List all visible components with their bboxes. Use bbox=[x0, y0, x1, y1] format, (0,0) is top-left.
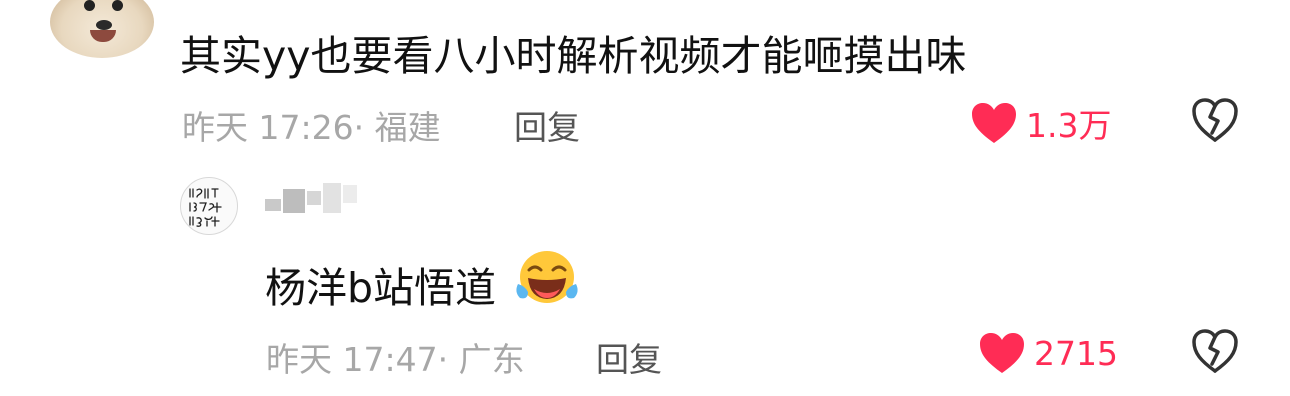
reply-button[interactable]: 回复 bbox=[514, 101, 580, 149]
like-button[interactable]: 2715 bbox=[978, 331, 1118, 375]
broken-heart-icon bbox=[1192, 329, 1238, 373]
dislike-button[interactable] bbox=[1191, 97, 1239, 147]
like-count: 1.3万 bbox=[1026, 106, 1112, 145]
avatar-eye bbox=[84, 0, 95, 11]
laughing-crying-emoji-icon bbox=[516, 251, 578, 303]
comment-time-location: 昨天 17:26· 福建 bbox=[182, 108, 441, 147]
comment-text: 其实yy也要看八小时解析视频才能咂摸出味 bbox=[180, 32, 967, 80]
heart-icon bbox=[980, 333, 1024, 373]
username-redacted[interactable] bbox=[265, 183, 357, 213]
like-button[interactable]: 1.3万 bbox=[970, 99, 1111, 147]
broken-heart-icon bbox=[1192, 98, 1238, 142]
comment-time-location: 昨天 17:47· 广东 bbox=[266, 340, 525, 379]
avatar-nose bbox=[96, 20, 112, 30]
avatar-scribble bbox=[186, 183, 232, 234]
heart-icon bbox=[972, 103, 1016, 143]
avatar-mouth bbox=[90, 30, 116, 42]
dog-avatar[interactable] bbox=[50, 0, 154, 58]
reply-button[interactable]: 回复 bbox=[596, 333, 662, 381]
dislike-button[interactable] bbox=[1191, 328, 1239, 378]
comment-text: 杨洋b站悟道 bbox=[265, 264, 497, 312]
handwriting-avatar[interactable] bbox=[180, 177, 238, 235]
like-count: 2715 bbox=[1034, 333, 1118, 373]
avatar-eye bbox=[112, 0, 123, 11]
